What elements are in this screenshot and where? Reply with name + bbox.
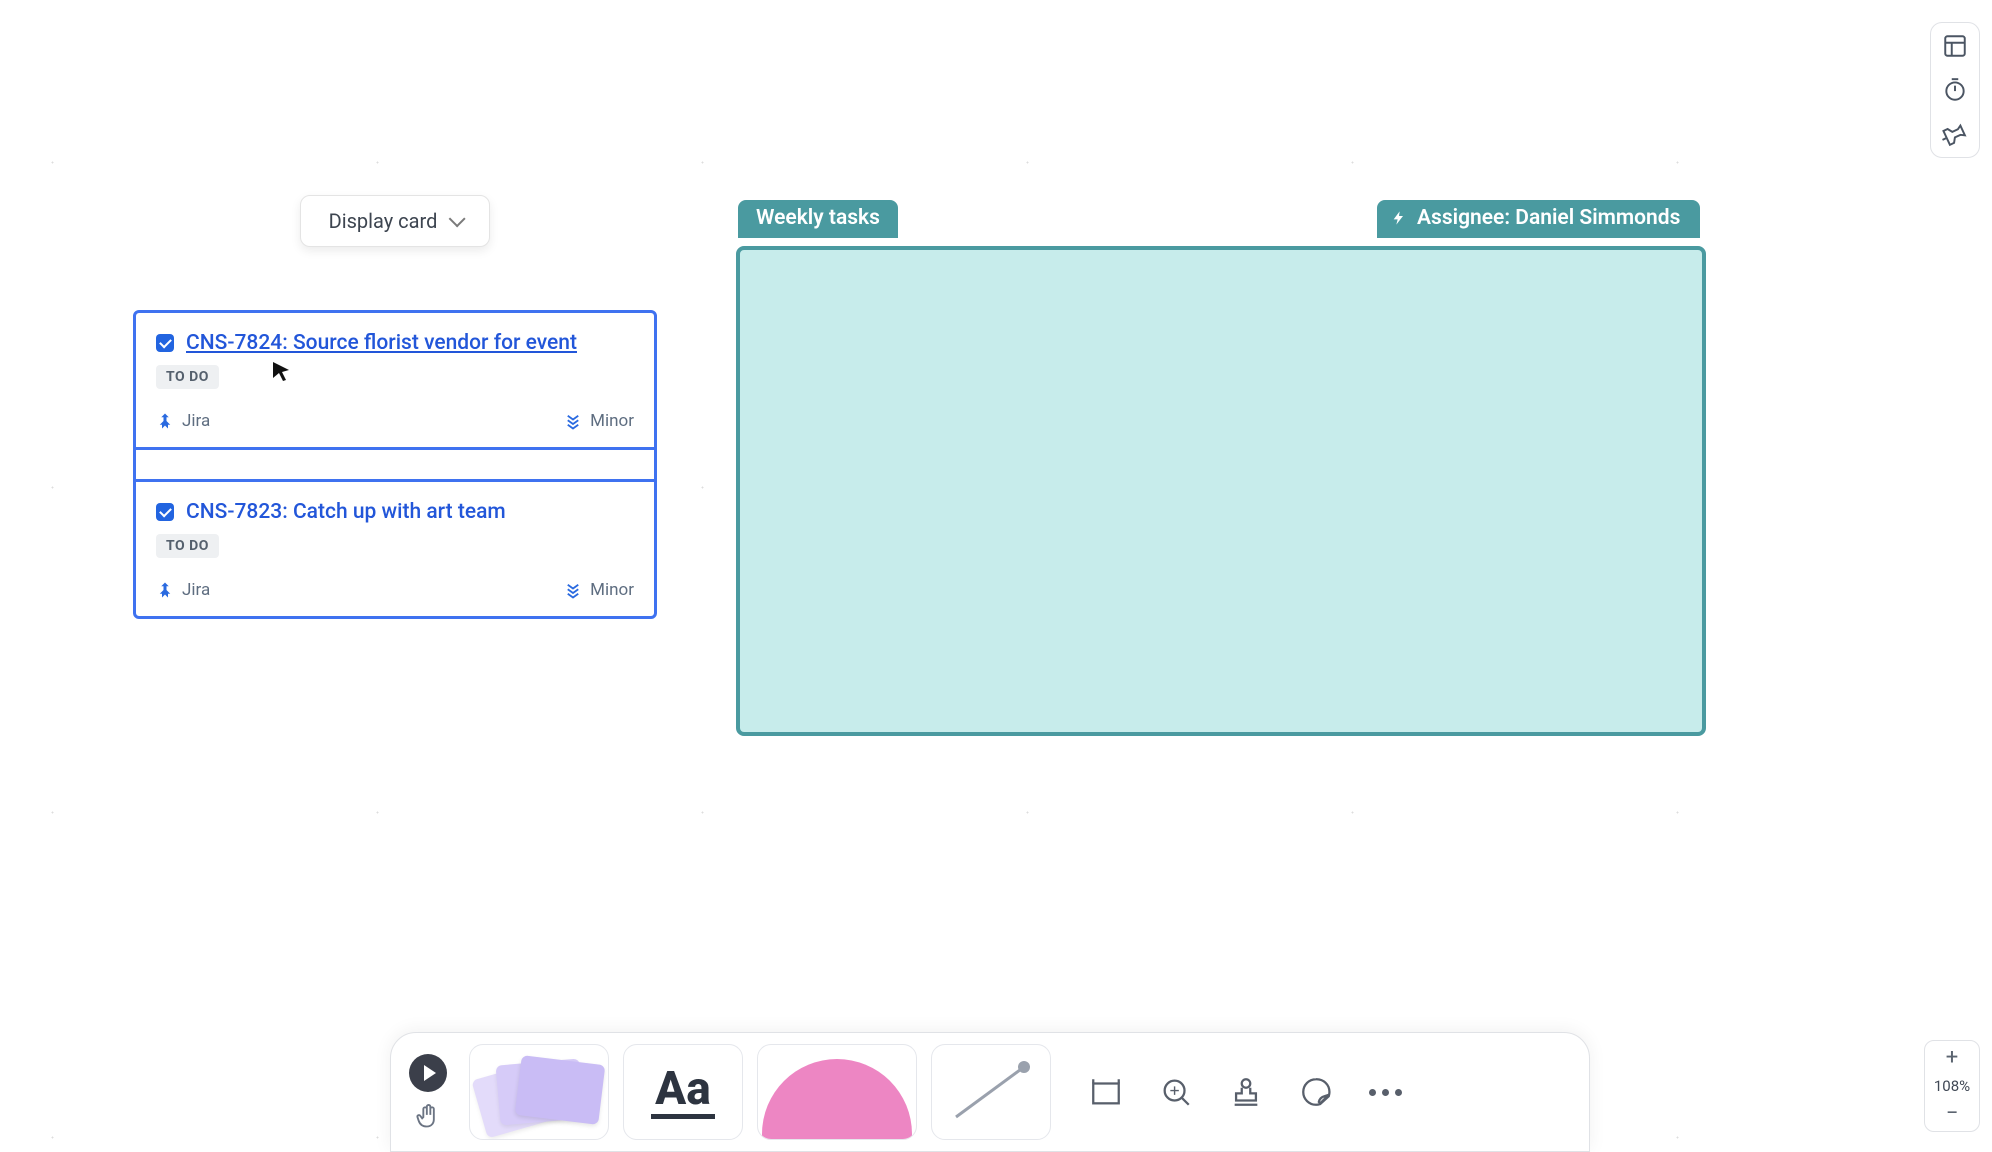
side-rail (1930, 22, 1980, 158)
section-title-tag[interactable]: Weekly tasks (738, 200, 898, 238)
text-tool[interactable]: Aa (623, 1044, 743, 1140)
jira-icon (156, 412, 174, 430)
source-label: Jira (182, 411, 210, 431)
connector-tool[interactable] (931, 1044, 1051, 1140)
more-tools-button[interactable] (1369, 1089, 1402, 1096)
bottom-toolbar: Aa (390, 1032, 1590, 1152)
zoom-out-button[interactable]: − (1946, 1103, 1959, 1125)
zoom-in-button[interactable]: + (1946, 1047, 1958, 1069)
priority-label: Minor (590, 580, 634, 600)
priority-minor-icon (564, 412, 582, 430)
shape-tool[interactable] (757, 1044, 917, 1140)
chevron-down-icon (449, 210, 466, 227)
sticky-note-tool[interactable] (469, 1044, 609, 1140)
layout-icon[interactable] (1942, 33, 1968, 59)
task-check-icon (156, 334, 174, 352)
card-title[interactable]: CNS-7824: Source florist vendor for even… (186, 331, 577, 355)
section-assignee-tag[interactable]: Assignee: Daniel Simmonds (1377, 200, 1700, 238)
section-container[interactable] (736, 246, 1706, 736)
pin-icon[interactable] (1942, 121, 1968, 147)
card-gap (136, 450, 654, 482)
zoom-control: + 108% − (1924, 1040, 1980, 1132)
lightning-icon (1391, 208, 1407, 228)
jira-icon (156, 581, 174, 599)
section-title: Weekly tasks (756, 206, 880, 230)
timer-icon[interactable] (1942, 77, 1968, 103)
sticker-tool-icon[interactable] (1299, 1075, 1333, 1109)
dropdown-label: Display card (329, 209, 438, 233)
sticky-note-icon (515, 1055, 606, 1125)
stamp-tool-icon[interactable] (1229, 1075, 1263, 1109)
search-sparkle-icon[interactable] (1159, 1075, 1193, 1109)
jira-card-stack: CNS-7824: Source florist vendor for even… (133, 310, 657, 619)
circle-shape-icon (762, 1059, 912, 1140)
jira-card[interactable]: CNS-7823: Catch up with art team TO DO J… (136, 482, 654, 616)
jira-card[interactable]: CNS-7824: Source florist vendor for even… (136, 313, 654, 450)
status-badge: TO DO (156, 365, 219, 389)
priority-label: Minor (590, 411, 634, 431)
present-play-button[interactable] (409, 1054, 447, 1092)
connector-line-icon (946, 1057, 1036, 1127)
source-label: Jira (182, 580, 210, 600)
task-check-icon (156, 503, 174, 521)
frame-tool-icon[interactable] (1089, 1075, 1123, 1109)
text-tool-label: Aa (651, 1066, 715, 1119)
assignee-label: Assignee: Daniel Simmonds (1417, 206, 1680, 230)
status-badge: TO DO (156, 534, 219, 558)
card-title[interactable]: CNS-7823: Catch up with art team (186, 500, 506, 524)
priority-minor-icon (564, 581, 582, 599)
hand-pan-icon[interactable] (414, 1102, 442, 1130)
display-card-dropdown[interactable]: Display card (300, 195, 490, 247)
zoom-level[interactable]: 108% (1934, 1077, 1970, 1095)
